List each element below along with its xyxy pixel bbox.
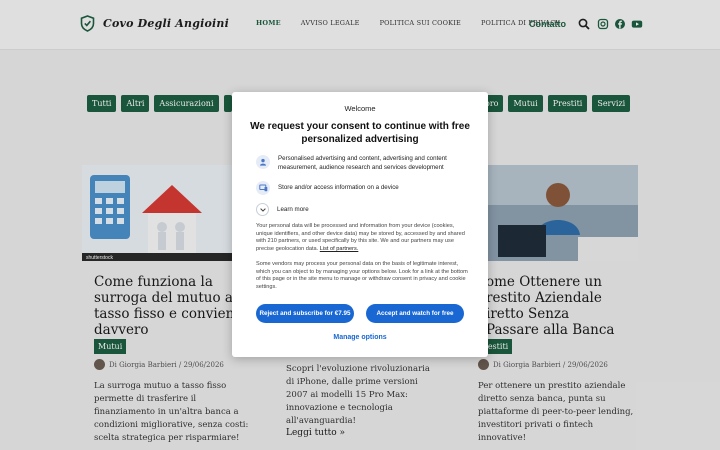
chevron-down-icon [256, 203, 269, 216]
consent-dialog: Welcome We request your consent to conti… [232, 92, 488, 357]
reject-subscribe-button[interactable]: Reject and subscribe for €7.95 [256, 304, 354, 323]
accept-button[interactable]: Accept and watch for free [366, 304, 464, 323]
partners-link[interactable]: List of partners. [320, 246, 359, 252]
person-icon [256, 155, 270, 169]
purpose-text: Personalised advertising and content, ad… [278, 155, 447, 171]
learn-more-toggle[interactable]: Learn more [256, 203, 309, 216]
dialog-title: We request your consent to continue with… [250, 121, 470, 145]
learn-more-label: Learn more [277, 206, 309, 213]
consent-paragraph: Your personal data will be processed and… [256, 223, 468, 253]
purpose-personalised-ads: Personalised advertising and content, ad… [256, 155, 466, 172]
purpose-device-storage: Store and/or access information on a dev… [256, 181, 466, 195]
manage-options-link[interactable]: Manage options [232, 334, 488, 341]
dialog-welcome: Welcome [344, 104, 376, 113]
device-icon [256, 181, 270, 195]
purpose-text: Store and/or access information on a dev… [278, 183, 399, 191]
consent-paragraph-text: Your personal data will be processed and… [256, 223, 465, 252]
legitimate-interest-paragraph: Some vendors may process your personal d… [256, 261, 468, 290]
